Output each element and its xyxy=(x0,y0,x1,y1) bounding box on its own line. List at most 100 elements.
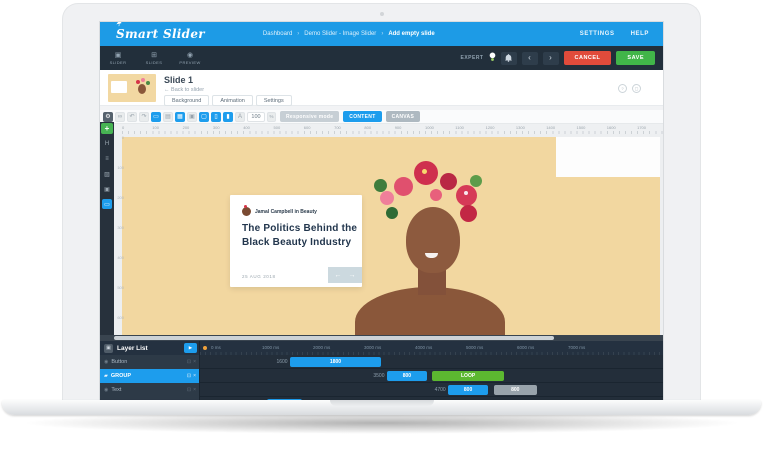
zoom-unit-button[interactable]: % xyxy=(267,111,276,122)
timeline-playhead[interactable] xyxy=(203,346,207,350)
h-ruler-label: 800 xyxy=(364,125,372,130)
add-layer-button[interactable]: + xyxy=(101,123,113,134)
timeline-bar[interactable]: 800 xyxy=(386,371,428,381)
shortcuts-icon[interactable]: ▢ xyxy=(632,84,641,93)
layer-name: Text xyxy=(111,387,122,393)
laptop-base xyxy=(2,400,761,415)
prev-arrow-button[interactable]: ← xyxy=(335,272,342,279)
back-to-slider-link[interactable]: ← Back to slider xyxy=(164,87,204,93)
cancel-button[interactable]: CANCEL xyxy=(563,51,612,65)
lightbulb-toggle-icon[interactable] xyxy=(489,49,496,67)
monitor-icon[interactable]: ▢ xyxy=(199,111,209,122)
duplicate-layer-icon[interactable]: ⊡ xyxy=(187,373,191,379)
timeline-bar[interactable]: LOOP xyxy=(432,371,504,381)
folder-icon[interactable]: ▰ xyxy=(104,373,108,379)
timeline-time-label: 3000 ms xyxy=(364,345,382,350)
layer-item-group[interactable]: ▰ GROUP ⊡ × xyxy=(100,369,200,383)
v-ruler-label: 300 xyxy=(117,225,124,230)
text-scale-icon[interactable]: A xyxy=(235,111,245,122)
timeline-bar[interactable]: 800 xyxy=(447,385,489,395)
responsive-mode-button[interactable]: Responsive mode xyxy=(280,111,340,122)
tab-settings[interactable]: Settings xyxy=(255,95,292,106)
breadcrumb-item[interactable]: Dashboard xyxy=(263,31,292,37)
eye-icon[interactable]: ◉ xyxy=(104,387,108,393)
undo-icon[interactable]: ↶ xyxy=(127,111,137,122)
tab-animation[interactable]: Animation xyxy=(212,95,253,106)
duplicate-layer-icon[interactable]: ⊡ xyxy=(187,359,191,365)
preview-button-label: PREVIEW xyxy=(179,59,201,65)
laptop-body: ☂ Smart Slider Dashboard › Demo Slider - Im… xyxy=(62,3,701,401)
app-window: ☂ Smart Slider Dashboard › Demo Slider - Im… xyxy=(99,21,664,401)
redo-button[interactable]: › xyxy=(542,51,559,65)
duplicate-layer-icon[interactable]: ⊡ xyxy=(187,387,191,393)
slide-thumbnail[interactable] xyxy=(108,74,156,102)
settings-icon[interactable]: ⚙ xyxy=(103,111,113,122)
content-mode-button[interactable]: CONTENT xyxy=(343,111,382,122)
canvas-mode-button[interactable]: CANVAS xyxy=(385,111,421,122)
layer-actions: ⊡ × xyxy=(187,387,199,393)
timeline-row-button: ◉ Button ⊡ × 1600 1800 xyxy=(100,355,663,369)
notifications-button[interactable] xyxy=(500,51,517,65)
ruler-icon[interactable]: ▤ xyxy=(163,111,173,122)
v-ruler-label: 600 xyxy=(117,315,124,320)
guides-icon[interactable]: ▦ xyxy=(175,111,185,122)
slide-title: Slide 1 xyxy=(164,75,194,85)
h-ruler-label: 400 xyxy=(243,125,250,130)
eye-icon[interactable]: ◉ xyxy=(104,359,108,365)
slides-icon: ⊞ xyxy=(151,51,157,59)
snap-icon[interactable]: ▣ xyxy=(187,111,197,122)
breadcrumb-item[interactable]: Demo Slider - Image Slider xyxy=(304,31,376,37)
slide-canvas[interactable]: Jamal Campbell in Beauty The Politics Be… xyxy=(122,137,660,335)
settings-link[interactable]: SETTINGS xyxy=(580,31,615,37)
heading-tool[interactable]: H xyxy=(102,139,112,149)
text-tool[interactable]: ≡ xyxy=(102,154,112,164)
video-tool[interactable]: ▣ xyxy=(102,184,112,194)
h-ruler-label: 1700 xyxy=(637,125,646,130)
play-animations-button[interactable]: ▶ xyxy=(184,343,197,353)
delete-layer-icon[interactable]: × xyxy=(193,359,196,365)
v-ruler-label: 500 xyxy=(117,285,124,290)
help-link[interactable]: HELP xyxy=(631,31,649,37)
delete-layer-icon[interactable]: × xyxy=(193,387,196,393)
h-ruler-label: 1400 xyxy=(546,125,556,130)
undo-button[interactable]: ‹ xyxy=(521,51,538,65)
image-tool[interactable]: ▨ xyxy=(102,169,112,179)
timeline-bar[interactable]: 1800 xyxy=(289,357,382,367)
layer-item-button[interactable]: ◉ Button ⊡ × xyxy=(100,355,200,369)
layer-item-text[interactable]: ◉ Text ⊡ × xyxy=(100,383,200,397)
help-icon[interactable]: ? xyxy=(618,84,627,93)
button-tool[interactable]: ▭ xyxy=(102,199,112,209)
delete-layer-icon[interactable]: × xyxy=(193,373,196,379)
v-ruler-label: 100 xyxy=(117,165,124,170)
thumb-card xyxy=(111,81,127,93)
slider-button[interactable]: ▣ SLIDER xyxy=(100,46,136,70)
timeline-time-label: 7000 ms xyxy=(568,345,586,350)
canvas-toolbar: ⚙∞↶↷▭▤▦▣▢▯▮A % Responsive mode CONTENT C… xyxy=(100,110,663,124)
redo-icon[interactable]: ↷ xyxy=(139,111,149,122)
bar-start-label: 3500 xyxy=(373,373,385,379)
slider-icon: ▣ xyxy=(114,51,122,59)
slides-button[interactable]: ⊞ SLIDES xyxy=(136,46,172,70)
mobile-icon[interactable]: ▮ xyxy=(223,111,233,122)
card-date: 25 AUG 2018 xyxy=(242,274,276,279)
card-title[interactable]: The Politics Behind the Black Beauty Ind… xyxy=(242,222,358,250)
thumb-face xyxy=(138,84,146,94)
link-icon[interactable]: ∞ xyxy=(115,111,125,122)
tablet-icon[interactable]: ▯ xyxy=(211,111,221,122)
webcam-dot xyxy=(379,12,384,16)
slide-text-card[interactable]: Jamal Campbell in Beauty The Politics Be… xyxy=(230,195,362,287)
tab-background[interactable]: Background xyxy=(164,95,210,106)
timeline-time-label: 1000 ms xyxy=(262,345,280,350)
save-button[interactable]: SAVE xyxy=(616,51,655,65)
preview-button[interactable]: ◉ PREVIEW xyxy=(172,46,208,70)
top-navbar: ☂ Smart Slider Dashboard › Demo Slider - Im… xyxy=(100,22,663,46)
next-arrow-button[interactable]: → xyxy=(349,272,356,279)
v-ruler-label: 200 xyxy=(117,195,124,200)
timeline-bar[interactable]: 800 xyxy=(493,385,537,395)
timeline-panel: ▣ Layer List ▶ 0 ms 1000 ms 2000 ms 3000 ms… xyxy=(100,335,663,400)
app-logo[interactable]: ☂ Smart Slider xyxy=(115,22,205,41)
desktop-icon[interactable]: ▭ xyxy=(151,111,161,122)
editor-canvas[interactable]: Jamal Campbell in Beauty The Politics Be… xyxy=(100,134,663,335)
zoom-input[interactable] xyxy=(247,111,265,122)
canvas-horizontal-scrollbar[interactable] xyxy=(114,336,554,340)
